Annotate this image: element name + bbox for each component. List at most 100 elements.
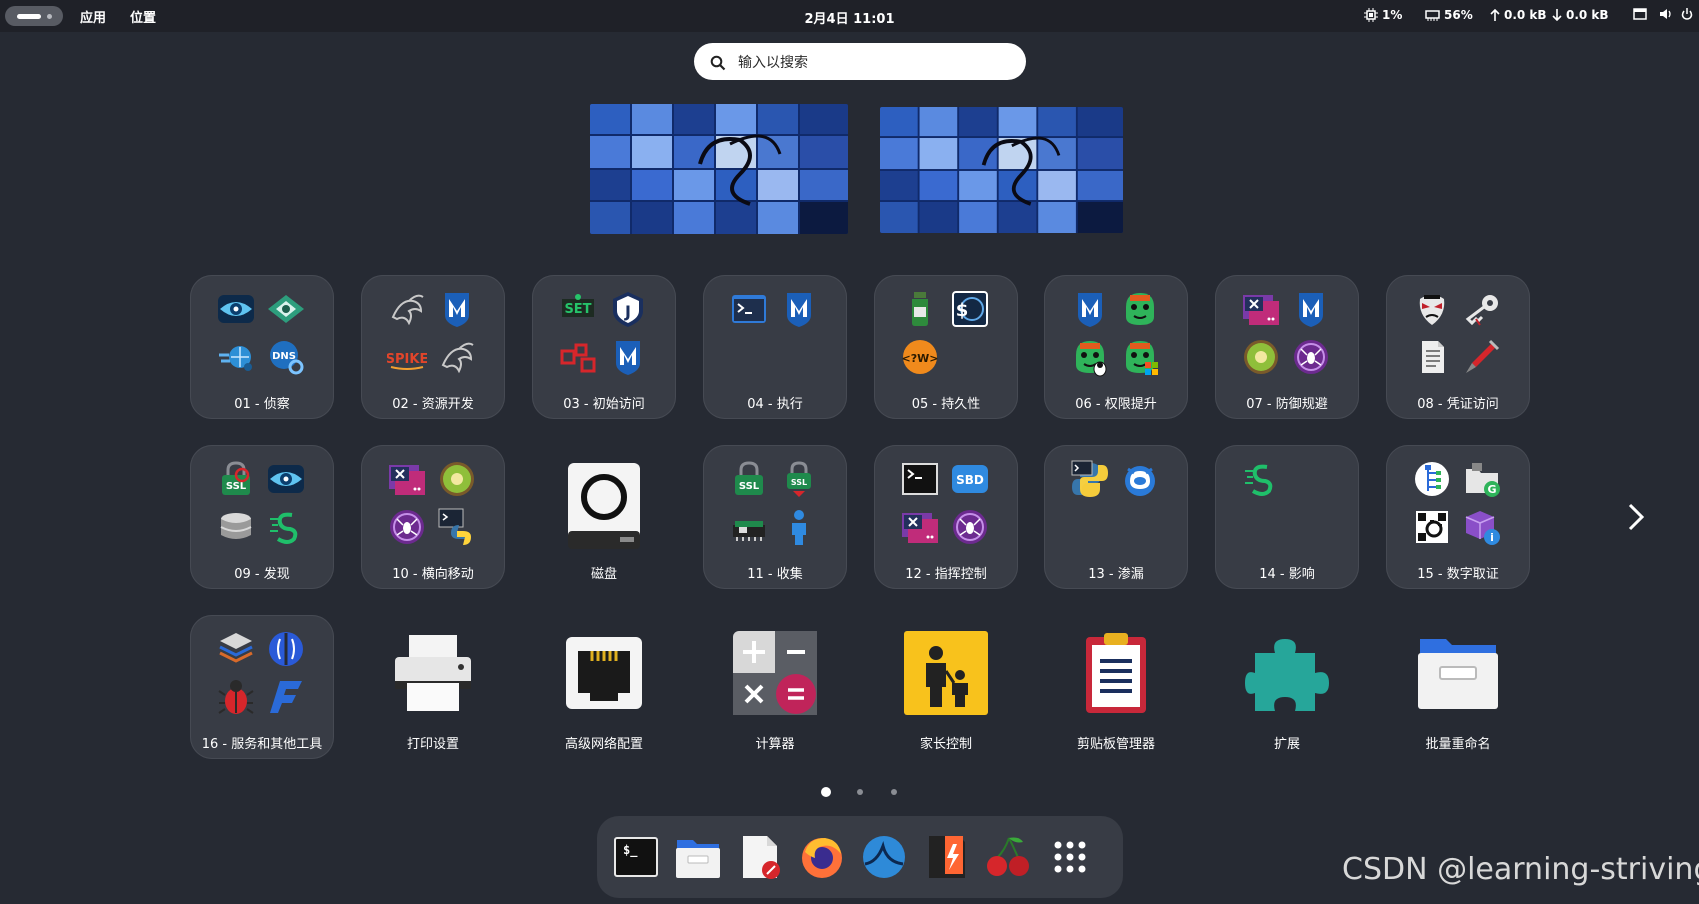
metasploit-icon: [779, 289, 819, 329]
watermark-text: CSDN @learning-striving: [1342, 852, 1699, 887]
disk-icon: [566, 461, 642, 551]
kiwi-icon: [1241, 337, 1281, 377]
page-indicator-3[interactable]: [891, 789, 897, 795]
app-advanced-network-configuration[interactable]: 高级网络配置: [532, 615, 676, 759]
spike-icon: [387, 337, 427, 377]
dock-terminal[interactable]: $_: [613, 834, 659, 880]
folder-09-discovery[interactable]: 09 - 发现: [190, 445, 334, 589]
clock-datetime[interactable]: 2月4日 11:01: [805, 12, 895, 27]
folder-08-credential-access[interactable]: 08 - 凭证访问: [1386, 275, 1530, 419]
next-page-arrow[interactable]: [1622, 500, 1650, 534]
app-label: 批量重命名: [1425, 737, 1491, 752]
app-calculator[interactable]: 计算器: [703, 615, 847, 759]
kiwi-icon: [437, 459, 477, 499]
ssl-search-icon: [216, 459, 256, 499]
folder-16-services-and-other-tools[interactable]: 16 - 服务和其他工具: [190, 615, 334, 759]
dock-firefox[interactable]: [799, 834, 845, 880]
chevron-right-icon: [1628, 503, 1645, 531]
folder-06-privilege-escalation[interactable]: 06 - 权限提升: [1044, 275, 1188, 419]
calculator-icon: [733, 631, 817, 715]
radar-eye-icon: [266, 289, 306, 329]
key-icon: [1462, 289, 1502, 329]
eye-icon: [216, 289, 256, 329]
dock-show-apps[interactable]: [1047, 834, 1093, 880]
green-monster-windows-icon: [1120, 337, 1160, 377]
folder-04-execution[interactable]: 04 - 执行: [703, 275, 847, 419]
app-parental-controls[interactable]: 家长控制: [874, 615, 1018, 759]
folder-14-impact[interactable]: 14 - 影响: [1215, 445, 1359, 589]
dock-cherry[interactable]: [985, 834, 1031, 880]
screen-indicator[interactable]: [1633, 8, 1647, 20]
folder-07-defense-evasion[interactable]: 07 - 防御规避: [1215, 275, 1359, 419]
syringe-icon: [1462, 337, 1502, 377]
folder-03-initial-access[interactable]: 03 - 初始访问: [532, 275, 676, 419]
folder-label: 08 - 凭证访问: [1417, 397, 1499, 412]
file-cabinet-icon: [1416, 631, 1500, 715]
net-down-indicator[interactable]: 0.0 kB: [1552, 8, 1609, 22]
folder-02-resource-development[interactable]: 02 - 资源开发: [361, 275, 505, 419]
folder-10-lateral-movement[interactable]: 10 - 横向移动: [361, 445, 505, 589]
bug-icon: [216, 677, 256, 717]
folder-label: 01 - 侦察: [234, 397, 290, 412]
folder-label: 15 - 数字取证: [1417, 567, 1499, 582]
volume-indicator[interactable]: [1659, 8, 1673, 20]
folder-label: 02 - 资源开发: [392, 397, 474, 412]
folder-label: 16 - 服务和其他工具: [201, 737, 323, 752]
activities-pill-icon: [17, 14, 41, 19]
faraday-icon: [266, 677, 306, 717]
folder-15-digital-forensics[interactable]: 15 - 数字取证: [1386, 445, 1530, 589]
app-print-settings[interactable]: 打印设置: [361, 615, 505, 759]
app-disks[interactable]: 磁盘: [532, 445, 676, 589]
j-shield-icon: [608, 289, 648, 329]
puzzle-icon: [1245, 631, 1329, 715]
text-editor-icon: [743, 836, 780, 879]
dock-wireshark[interactable]: [861, 834, 907, 880]
workspace-thumbnail-1[interactable]: [590, 104, 848, 234]
app-label: 打印设置: [406, 737, 459, 752]
dock-text-editor[interactable]: [737, 834, 783, 880]
burp-icon: [266, 629, 306, 669]
places-menu[interactable]: 位置: [130, 7, 156, 26]
s-cable-icon: [266, 507, 306, 547]
dock-burp-suite[interactable]: [923, 834, 969, 880]
page-indicator-2[interactable]: [857, 789, 863, 795]
app-clipboard-manager[interactable]: 剪贴板管理器: [1044, 615, 1188, 759]
power-indicator[interactable]: [1681, 8, 1693, 20]
terminal-icon: $_: [614, 837, 658, 877]
folder-label: 14 - 影响: [1259, 567, 1315, 582]
wallpaper-cubes-image: [590, 104, 848, 234]
dock-files[interactable]: [675, 834, 721, 880]
metasploit-icon: [437, 289, 477, 329]
net-down-value: 0.0 kB: [1566, 8, 1609, 22]
memory-icon: [1425, 10, 1440, 21]
spider-icon: [387, 507, 427, 547]
page-indicator-1[interactable]: [821, 787, 831, 797]
memory-indicator[interactable]: 56%: [1425, 8, 1473, 22]
search-input[interactable]: [736, 51, 1010, 75]
folder-g-icon: [1462, 459, 1502, 499]
activities-button[interactable]: [5, 6, 63, 26]
folder-11-collection[interactable]: 11 - 收集: [703, 445, 847, 589]
net-up-indicator[interactable]: 0.0 kB: [1490, 8, 1547, 22]
folder-label: 05 - 持久性: [911, 397, 981, 412]
kali-dragon-icon: [387, 289, 427, 329]
app-label: 磁盘: [590, 567, 617, 582]
folder-13-exfiltration[interactable]: 13 - 渗漏: [1044, 445, 1188, 589]
folder-01-reconnaissance[interactable]: 01 - 侦察: [190, 275, 334, 419]
app-extensions[interactable]: 扩展: [1215, 615, 1359, 759]
set-icon: [558, 289, 598, 329]
folder-label: 09 - 发现: [234, 567, 290, 582]
sbd-icon: [950, 459, 990, 499]
window-close-icon: [387, 459, 427, 499]
app-grid-icon: [1054, 841, 1086, 873]
screen-icon: [1633, 8, 1647, 20]
applications-menu[interactable]: 应用: [80, 7, 106, 26]
workspace-thumbnail-2[interactable]: [880, 107, 1123, 233]
folder-05-persistence[interactable]: 05 - 持久性: [874, 275, 1018, 419]
folder-12-command-and-control[interactable]: 12 - 指挥控制: [874, 445, 1018, 589]
metasploit-icon: [608, 337, 648, 377]
app-bulk-rename[interactable]: 批量重命名: [1386, 615, 1530, 759]
net-up-value: 0.0 kB: [1504, 8, 1547, 22]
cpu-indicator[interactable]: 1%: [1364, 8, 1402, 22]
search-box[interactable]: [694, 43, 1026, 80]
